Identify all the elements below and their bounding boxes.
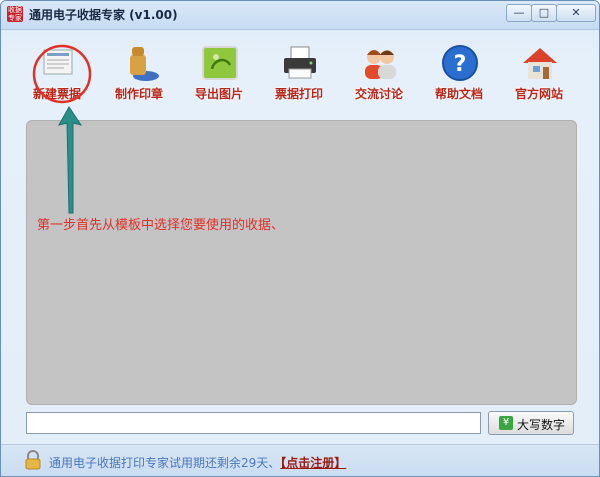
toolbar-label: 官方网站 [514,87,563,101]
toolbar-website[interactable]: 官方网站 [504,41,574,103]
minimize-button[interactable]: — [506,4,532,22]
register-link[interactable]: 【点击注册】 [280,456,346,470]
app-logo-text-1: 收据 [8,6,22,14]
toolbar-label: 交流讨论 [354,87,403,101]
discussion-icon [365,50,396,79]
maximize-icon: □ [538,6,550,19]
minimize-icon: — [513,6,525,19]
amount-input[interactable] [26,412,481,434]
home-icon [523,48,557,79]
trial-status-text: 通用电子收据打印专家试用期还剩余29天、【点击注册】 [49,454,346,471]
maximize-button[interactable]: □ [531,4,557,22]
stamp-icon [130,47,159,81]
status-bar: 通用电子收据打印专家试用期还剩余29天、【点击注册】 [1,444,599,476]
toolbar-discussion[interactable]: 交流讨论 [344,41,414,103]
close-icon: ✕ [571,6,581,19]
svg-text:?: ? [454,52,467,77]
help-icon: ? [442,45,478,81]
yen-icon: ¥ [499,416,513,430]
printer-icon [284,46,316,79]
hint-annotation: 第一步首先从模板中选择您要使用的收据、 [37,218,285,233]
toolbar-make-stamp[interactable]: 制作印章 [104,41,174,103]
toolbar-export-image[interactable]: 导出图片 [184,41,254,103]
uppercase-digits-button[interactable]: ¥ 大写数字 [488,411,574,435]
title-bar[interactable]: 收据 专家 通用电子收据专家 (v1.00) — □ ✕ [1,1,599,30]
toolbar-label: 导出图片 [194,87,243,101]
toolbar-help[interactable]: ? 帮助文档 [424,41,494,103]
uppercase-button-label: 大写数字 [517,418,566,432]
app-logo-text-2: 专家 [8,14,22,22]
window-title: 通用电子收据专家 (v1.00) [29,8,178,22]
toolbar-label: 票据打印 [274,87,323,101]
toolbar-label: 帮助文档 [434,87,483,101]
app-window: 收据 专家 通用电子收据专家 (v1.00) — □ ✕ 新建票据 制作印章 导… [0,0,600,477]
app-logo-icon: 收据 专家 [7,6,23,22]
export-image-icon [202,46,238,80]
receipt-preview-area[interactable] [26,120,577,405]
trial-remaining-text: 通用电子收据打印专家试用期还剩余29天、 [49,456,281,470]
highlight-circle [32,44,92,104]
lock-icon [25,450,41,470]
toolbar-label: 制作印章 [114,87,163,101]
toolbar-print[interactable]: 票据打印 [264,41,334,103]
close-button[interactable]: ✕ [556,4,596,22]
hint-arrow [58,106,83,214]
